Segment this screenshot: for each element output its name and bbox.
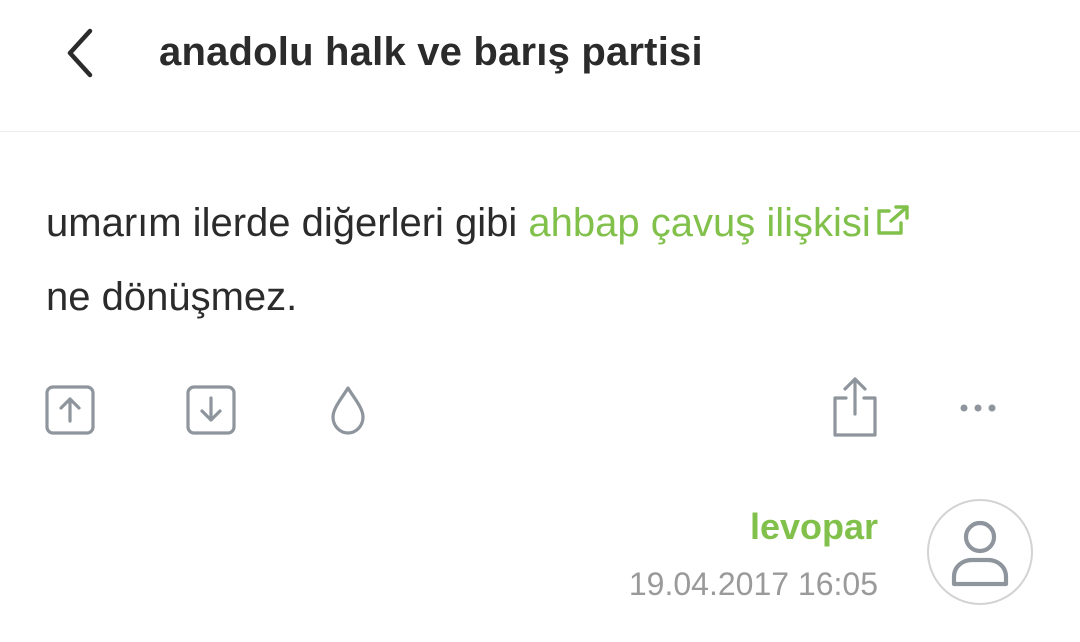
upvote-icon bbox=[45, 385, 95, 435]
external-link-icon bbox=[877, 205, 909, 235]
favorite-button[interactable] bbox=[320, 380, 376, 440]
more-icon bbox=[960, 404, 996, 412]
entry-text-end: ne dönüşmez. bbox=[46, 275, 298, 319]
entry-link-label: ahbap çavuş ilişkisi bbox=[528, 201, 871, 245]
downvote-icon bbox=[186, 385, 236, 435]
share-icon bbox=[833, 377, 877, 437]
user-icon bbox=[951, 520, 1009, 587]
avatar[interactable] bbox=[927, 499, 1033, 605]
entry-link[interactable]: ahbap çavuş ilişkisi bbox=[528, 201, 910, 245]
drop-icon bbox=[331, 386, 365, 435]
more-button[interactable] bbox=[950, 388, 1006, 428]
page-title: anadolu halk ve barış partisi bbox=[159, 30, 703, 74]
share-button[interactable] bbox=[824, 372, 886, 440]
back-button[interactable] bbox=[50, 20, 110, 86]
author-name[interactable]: levopar bbox=[750, 506, 878, 548]
entry-timestamp[interactable]: 19.04.2017 16:05 bbox=[629, 566, 878, 603]
top-bar: anadolu halk ve barış partisi bbox=[0, 0, 1080, 132]
upvote-button[interactable] bbox=[40, 380, 100, 440]
entry-content: umarım ilerde diğerleri gibi ahbap çavuş… bbox=[46, 186, 1036, 334]
chevron-left-icon bbox=[67, 28, 93, 78]
downvote-button[interactable] bbox=[181, 380, 241, 440]
entry-text: umarım ilerde diğerleri gibi bbox=[46, 201, 529, 245]
